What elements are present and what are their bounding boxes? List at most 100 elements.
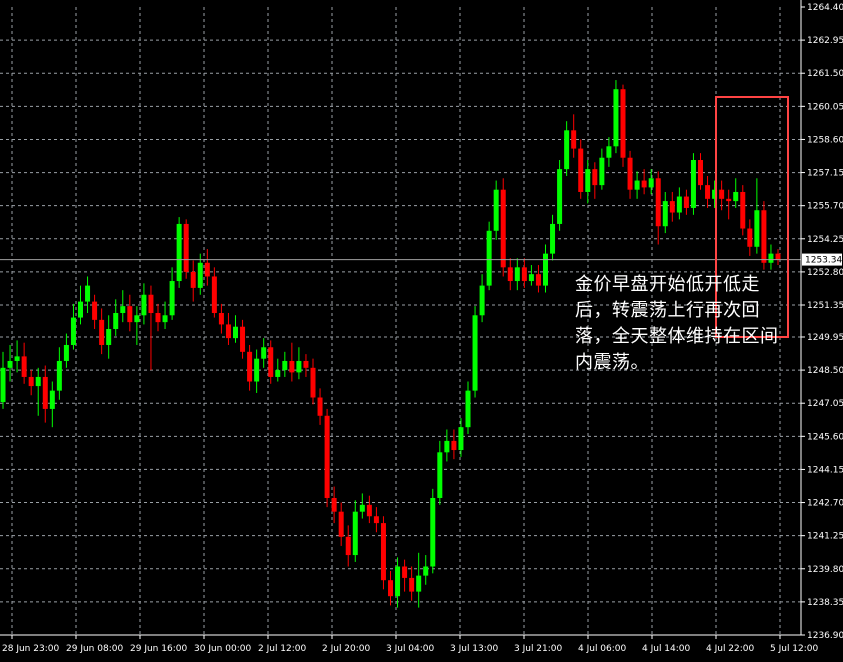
candle-body	[472, 315, 478, 391]
candle-body	[571, 130, 577, 149]
candle-body	[451, 440, 457, 451]
candle-body	[352, 511, 358, 556]
candle-body	[564, 130, 570, 170]
candle-body	[733, 191, 739, 202]
candle-body	[190, 271, 196, 288]
candle-body	[444, 440, 450, 453]
y-tick-label: 1260.05	[807, 102, 843, 112]
x-tick-label: 30 Jun 00:00	[194, 644, 251, 654]
candle-body	[148, 294, 154, 314]
candle-body	[56, 360, 62, 391]
x-tick-label: 4 Jul 14:00	[642, 644, 691, 654]
candle-body	[479, 285, 485, 316]
candle-body	[606, 146, 612, 158]
candle-body	[247, 351, 253, 382]
candle-body	[197, 262, 203, 288]
candle-body	[70, 317, 76, 345]
candle-body	[7, 360, 13, 368]
candle-body	[211, 276, 217, 314]
x-tick-label: 3 Jul 13:00	[450, 644, 499, 654]
annotation-text: 金价早盘开始低开低走后，转震荡上行再次回落，全天整体维持在区间内震荡。	[575, 274, 779, 373]
candle-body	[141, 294, 147, 316]
candle-body	[275, 370, 281, 377]
candle-body	[747, 228, 753, 247]
candle-body	[183, 223, 189, 272]
candle-body	[634, 180, 640, 190]
candle-body	[690, 160, 696, 208]
candle-body	[585, 169, 591, 192]
candle-body	[416, 575, 422, 592]
y-tick-label: 1257.15	[807, 169, 843, 179]
candle-body	[521, 267, 527, 282]
y-tick-label: 1258.60	[807, 135, 843, 145]
x-tick-label: 29 Jun 08:00	[66, 644, 123, 654]
candle-body	[359, 504, 365, 512]
candle-body	[388, 580, 393, 597]
candle-body	[42, 376, 48, 409]
candle-body	[218, 313, 224, 325]
y-tick-label: 1254.25	[807, 235, 843, 245]
candle-body	[514, 267, 520, 282]
candle-body	[225, 324, 231, 339]
candle-body	[162, 315, 168, 323]
candle-body	[233, 326, 238, 339]
candle-body	[303, 360, 309, 368]
candle-body	[345, 536, 351, 556]
candle-body	[676, 196, 682, 213]
x-tick-label: 28 Jun 23:00	[2, 644, 59, 654]
x-tick-label: 4 Jul 06:00	[578, 644, 627, 654]
candle-body	[366, 504, 372, 517]
candle-body	[49, 390, 55, 409]
candle-body	[761, 210, 767, 263]
candle-body	[113, 313, 119, 329]
candle-body	[768, 253, 774, 263]
candle-body	[726, 198, 732, 202]
y-tick-label: 1241.25	[807, 532, 843, 542]
candle-body	[599, 157, 605, 186]
candle-body	[0, 367, 6, 403]
candle-body	[63, 344, 69, 361]
x-tick-label: 3 Jul 21:00	[514, 644, 563, 654]
candle-body	[592, 169, 598, 186]
candle-body	[254, 358, 260, 382]
candle-body	[648, 178, 654, 188]
candle-body	[423, 566, 429, 576]
candle-body	[535, 274, 541, 286]
candle-body	[775, 253, 781, 260]
candle-body	[240, 326, 246, 352]
candle-body	[458, 427, 464, 451]
candle-body	[627, 157, 633, 190]
candle-body	[14, 356, 20, 361]
y-tick-label: 1249.95	[807, 333, 843, 343]
y-tick-label: 1261.50	[807, 69, 843, 79]
y-tick-label: 1252.80	[807, 268, 843, 278]
y-tick-label: 1262.95	[807, 36, 843, 46]
candle-body	[641, 180, 647, 188]
y-tick-label: 1239.80	[807, 565, 843, 575]
y-tick-label: 1236.90	[807, 631, 843, 641]
candle-body	[28, 376, 34, 387]
candle-body	[85, 285, 91, 302]
candle-body	[169, 281, 175, 316]
y-tick-label: 1264.40	[807, 3, 843, 13]
candle-body	[740, 191, 746, 229]
candle-body	[557, 169, 563, 224]
candle-body	[493, 189, 499, 231]
current-price-label: 1253.34	[805, 256, 842, 266]
y-tick-label: 1255.70	[807, 202, 843, 212]
candle-body	[613, 89, 619, 147]
y-tick-label: 1242.70	[807, 499, 843, 509]
candle-body	[528, 274, 534, 282]
candle-body	[683, 196, 689, 208]
candle-body	[578, 148, 584, 192]
x-tick-label: 5 Jul 12:00	[770, 644, 819, 654]
candle-body	[719, 189, 725, 199]
candle-body	[261, 347, 267, 359]
candle-body	[282, 360, 288, 371]
candle-body	[324, 415, 330, 498]
candle-body	[204, 262, 210, 277]
candle-body	[78, 301, 83, 318]
candle-body	[395, 566, 401, 597]
candle-body	[35, 376, 41, 387]
candle-body	[754, 210, 760, 247]
